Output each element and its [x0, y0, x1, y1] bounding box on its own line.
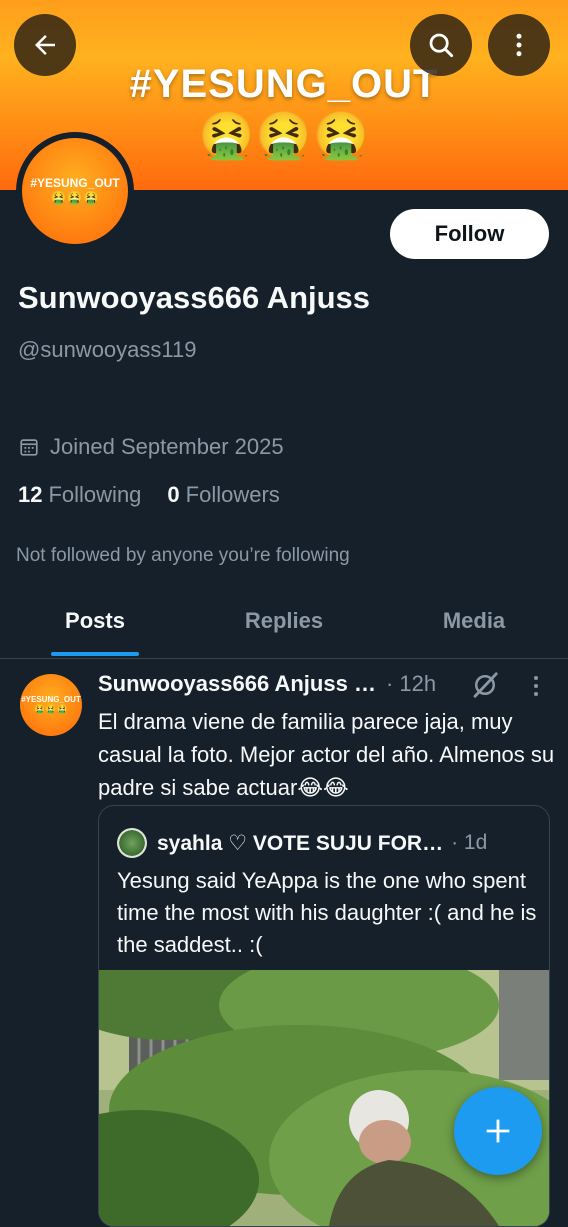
following-count: 12	[18, 482, 43, 507]
followers-link[interactable]: 0 Followers	[167, 482, 279, 508]
post-author[interactable]: Sunwooyass666 Anjuss …	[98, 671, 376, 697]
active-tab-indicator	[51, 652, 139, 656]
user-handle: @sunwooyass119	[18, 337, 197, 362]
more-vertical-icon	[534, 676, 538, 696]
search-button[interactable]	[410, 14, 472, 76]
calendar-icon	[20, 439, 38, 456]
post-header: Sunwooyass666 Anjuss … · 12h	[98, 671, 436, 697]
follow-button[interactable]: Follow	[390, 209, 549, 259]
grok-icon	[473, 672, 498, 698]
quote-text: Yesung said YeAppa is the one who spent …	[117, 868, 537, 957]
post-time: · 12h	[385, 671, 437, 696]
avatar-emojis: 🤮🤮🤮	[50, 190, 100, 205]
post-avatar-text: #YESUNG_OUT	[21, 695, 81, 704]
quote-author: syahla ♡ VOTE SUJU FOR…	[157, 831, 444, 855]
post-more-button[interactable]	[524, 672, 548, 705]
banner-text: #YESUNG_OUT	[129, 62, 439, 106]
profile-avatar[interactable]: #YESUNG_OUT 🤮🤮🤮	[16, 132, 134, 250]
followers-label: Followers	[185, 482, 280, 507]
tab-media[interactable]: Media	[420, 608, 528, 634]
following-label: Following	[48, 482, 142, 507]
more-vertical-icon	[516, 33, 522, 57]
not-followed-notice: Not followed by anyone you’re following	[16, 545, 350, 566]
tab-replies[interactable]: Replies	[224, 608, 344, 634]
quote-time: · 1d	[451, 831, 488, 854]
post-avatar[interactable]: #YESUNG_OUT 🤮🤮🤮	[20, 674, 82, 736]
avatar-text: #YESUNG_OUT	[30, 176, 120, 190]
followers-count: 0	[167, 482, 180, 507]
following-link[interactable]: 12 Following	[18, 482, 141, 508]
more-options-button[interactable]	[488, 14, 550, 76]
quote-header: syahla ♡ VOTE SUJU FOR… · 1d	[117, 828, 487, 858]
grok-button[interactable]	[470, 670, 500, 705]
profile-avatar-image: #YESUNG_OUT 🤮🤮🤮	[22, 138, 128, 244]
post-avatar-emojis: 🤮🤮🤮	[34, 704, 68, 714]
tab-posts[interactable]: Posts	[51, 608, 139, 634]
joined-label: Joined September 2025	[50, 434, 284, 459]
joined-date: Joined September 2025	[18, 434, 284, 460]
quote-avatar	[117, 828, 147, 858]
search-icon	[429, 33, 454, 58]
profile-tabs: Posts Replies Media	[0, 590, 568, 659]
back-button[interactable]	[14, 14, 76, 76]
plus-icon	[486, 1119, 510, 1143]
arrow-left-icon	[35, 35, 55, 55]
display-name: Sunwooyass666 Anjuss	[18, 280, 371, 315]
follow-stats: 12 Following 0 Followers	[18, 482, 280, 508]
compose-button[interactable]	[454, 1087, 542, 1175]
post-text: El drama viene de familia parece jaja, m…	[98, 709, 555, 800]
